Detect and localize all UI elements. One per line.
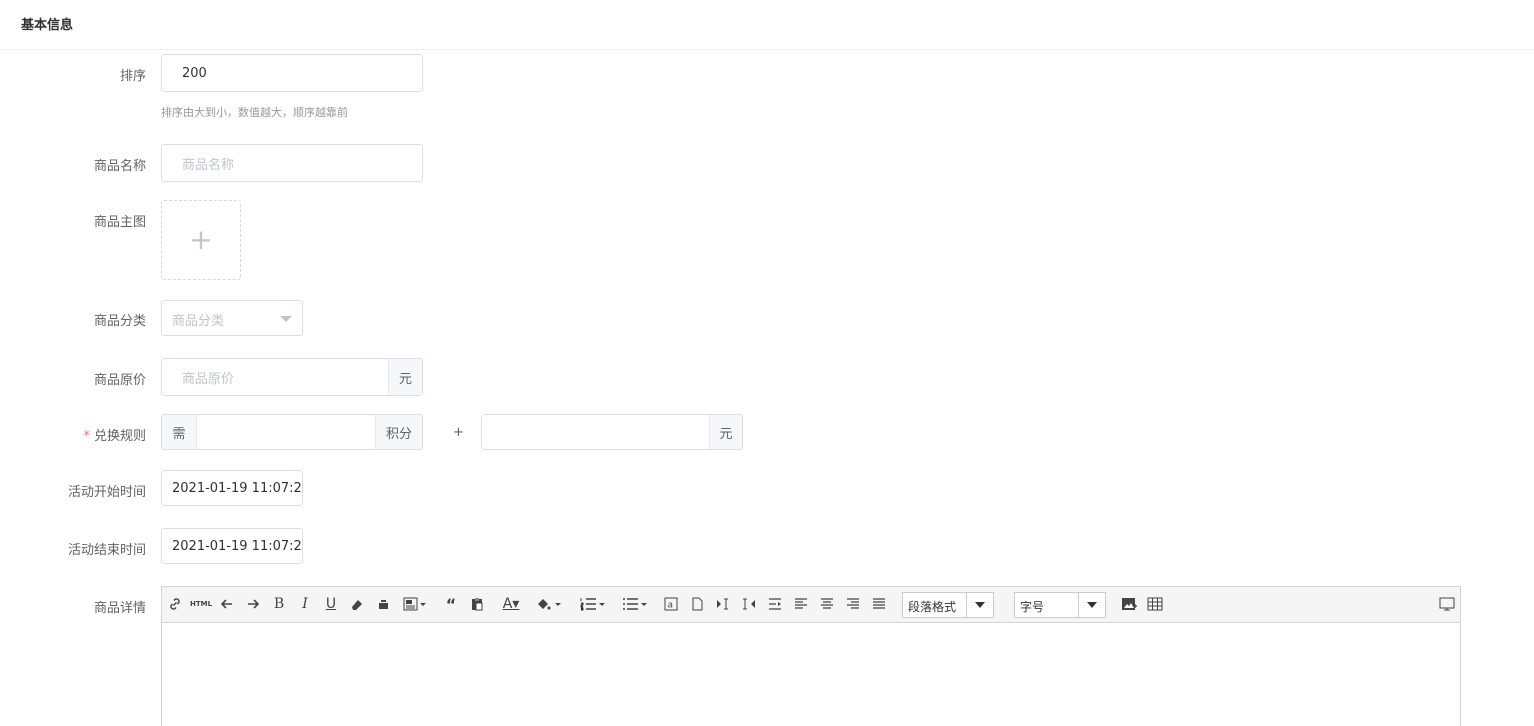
details-label: 商品详情 bbox=[93, 601, 146, 616]
unordered-list-icon[interactable] bbox=[620, 593, 650, 615]
font-color-icon[interactable]: A▾ bbox=[496, 593, 526, 615]
original-price-unit: 元 bbox=[388, 359, 422, 395]
align-left-icon[interactable] bbox=[790, 593, 812, 615]
chevron-down-icon bbox=[966, 593, 993, 617]
underline-icon[interactable]: U bbox=[320, 593, 342, 615]
template-icon[interactable] bbox=[400, 593, 430, 615]
exchange-rule-label: * 兑换规则 bbox=[0, 425, 146, 444]
sort-help-text: 排序由大到小，数值越大，顺序越靠前 bbox=[161, 106, 348, 119]
points-input[interactable] bbox=[197, 415, 375, 449]
italic-icon[interactable]: I bbox=[294, 593, 316, 615]
clear-format-icon[interactable] bbox=[372, 593, 394, 615]
rich-text-editor: HTML B I U “ A▾ a 段落格式 字号 bbox=[161, 586, 1461, 726]
name-input[interactable]: 商品名称 bbox=[161, 144, 423, 182]
start-time-input[interactable]: 2021-01-19 11:07:29 bbox=[161, 470, 303, 506]
end-time-label: 活动结束时间 bbox=[67, 543, 146, 558]
align-center-icon[interactable] bbox=[816, 593, 838, 615]
section-header: 基本信息 bbox=[0, 0, 1534, 50]
indent-right-icon[interactable] bbox=[712, 593, 734, 615]
plus-sign: + bbox=[453, 425, 464, 440]
money-input[interactable] bbox=[482, 415, 709, 449]
ordered-list-icon[interactable] bbox=[578, 593, 608, 615]
document-icon[interactable] bbox=[686, 593, 708, 615]
image-upload-button[interactable]: + bbox=[161, 200, 241, 280]
paste-icon[interactable] bbox=[466, 593, 488, 615]
anchor-icon[interactable]: a bbox=[660, 593, 682, 615]
name-label: 商品名称 bbox=[93, 159, 146, 174]
editor-content-area[interactable] bbox=[162, 623, 1460, 726]
align-right-icon[interactable] bbox=[842, 593, 864, 615]
chevron-down-icon bbox=[280, 316, 292, 322]
background-color-icon[interactable] bbox=[534, 593, 564, 615]
sort-input[interactable]: 200 bbox=[161, 54, 423, 92]
points-prefix: 需 bbox=[162, 415, 197, 449]
align-justify-icon[interactable] bbox=[868, 593, 890, 615]
main-image-label: 商品主图 bbox=[93, 215, 146, 230]
undo-icon[interactable] bbox=[216, 593, 238, 615]
start-time-value: 2021-01-19 11:07:29 bbox=[172, 480, 303, 496]
original-price-input[interactable]: 商品原价 bbox=[162, 359, 388, 395]
points-unit: 积分 bbox=[375, 415, 422, 449]
name-placeholder: 商品名称 bbox=[182, 157, 235, 173]
sort-value: 200 bbox=[182, 65, 207, 81]
font-size-label: 字号 bbox=[1020, 600, 1045, 614]
bold-icon[interactable]: B bbox=[268, 593, 290, 615]
html-icon[interactable]: HTML bbox=[190, 593, 212, 615]
editor-toolbar: HTML B I U “ A▾ a 段落格式 字号 bbox=[162, 587, 1460, 623]
svg-text:a: a bbox=[668, 601, 674, 611]
original-price-group: 商品原价 元 bbox=[161, 358, 423, 396]
redo-icon[interactable] bbox=[242, 593, 264, 615]
section-title: 基本信息 bbox=[21, 18, 74, 33]
chevron-down-icon bbox=[1078, 593, 1105, 617]
points-group: 需 积分 bbox=[161, 414, 423, 450]
sort-label: 排序 bbox=[119, 69, 146, 84]
original-price-placeholder: 商品原价 bbox=[182, 371, 235, 387]
category-select[interactable]: 商品分类 bbox=[161, 300, 303, 336]
end-time-value: 2021-01-19 11:07:29 bbox=[172, 538, 303, 554]
plus-icon: + bbox=[189, 223, 213, 256]
link-icon[interactable] bbox=[164, 593, 186, 615]
original-price-label: 商品原价 bbox=[93, 373, 146, 388]
money-group: 元 bbox=[481, 414, 743, 450]
paragraph-format-label: 段落格式 bbox=[908, 600, 957, 614]
table-icon[interactable] bbox=[1144, 593, 1166, 615]
font-size-dropdown[interactable]: 字号 bbox=[1014, 592, 1106, 618]
end-time-input[interactable]: 2021-01-19 11:07:29 bbox=[161, 528, 303, 564]
quote-icon[interactable]: “ bbox=[440, 593, 462, 615]
paragraph-format-dropdown[interactable]: 段落格式 bbox=[902, 592, 994, 618]
required-mark: * bbox=[83, 429, 90, 444]
money-unit: 元 bbox=[709, 415, 742, 449]
indent-left-icon[interactable] bbox=[738, 593, 760, 615]
preview-icon[interactable] bbox=[1436, 593, 1458, 615]
image-icon[interactable] bbox=[1118, 593, 1140, 615]
indent-icon[interactable] bbox=[764, 593, 786, 615]
category-label: 商品分类 bbox=[93, 314, 146, 329]
category-placeholder: 商品分类 bbox=[172, 314, 225, 329]
exchange-rule-label-text: 兑换规则 bbox=[93, 429, 146, 444]
eraser-icon[interactable] bbox=[346, 593, 368, 615]
start-time-label: 活动开始时间 bbox=[67, 485, 146, 500]
